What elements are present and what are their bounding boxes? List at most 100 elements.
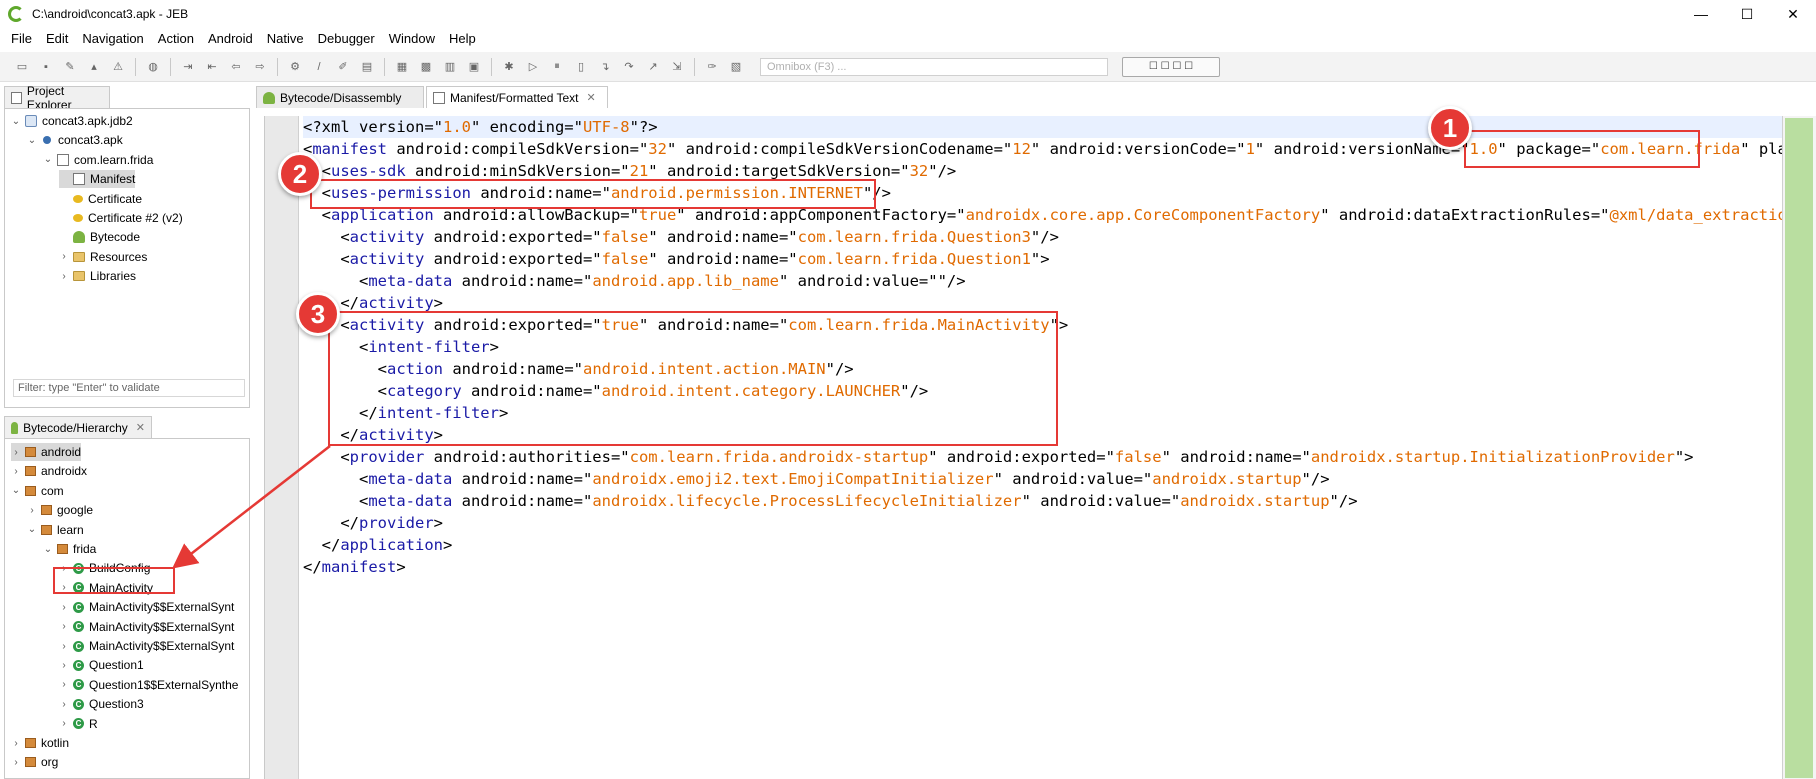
chevron-right-icon[interactable]: › — [11, 466, 21, 477]
tree-item[interactable]: › androidx — [11, 462, 87, 480]
menu-android[interactable]: Android — [201, 28, 260, 50]
tree-item[interactable]: › Libraries — [59, 267, 136, 285]
explorer-filter-input[interactable]: Filter: type "Enter" to validate — [13, 379, 245, 397]
close-window-button[interactable]: ✕ — [1770, 0, 1816, 28]
jump-to-icon[interactable]: ⇤ — [204, 59, 220, 75]
chevron-right-icon[interactable]: › — [59, 641, 69, 652]
menu-edit[interactable]: Edit — [39, 28, 75, 50]
tree-item[interactable]: › C Question1$$ExternalSynthe — [59, 676, 238, 694]
chevron-down-icon[interactable]: ⌄ — [27, 524, 37, 535]
globe-icon[interactable]: ◍ — [145, 59, 161, 75]
tree-item[interactable]: Bytecode — [59, 228, 140, 246]
warning-icon[interactable]: ⚠ — [110, 59, 126, 75]
toolbar-options-button[interactable]: ☐ ☐ ☐ ☐ — [1122, 56, 1220, 77]
menu-window[interactable]: Window — [382, 28, 442, 50]
chevron-right-icon[interactable]: › — [59, 718, 69, 729]
close-icon[interactable]: ✕ — [136, 421, 145, 434]
tab-bytecode-hierarchy[interactable]: Bytecode/Hierarchy ✕ — [4, 416, 152, 438]
omnibox-input[interactable]: Omnibox (F3) ... — [760, 57, 1108, 76]
menu-file[interactable]: File — [4, 28, 39, 50]
tab-bytecode-disassembly[interactable]: Bytecode/Disassembly — [256, 86, 424, 108]
pause-icon[interactable]: ⏸ — [549, 59, 565, 75]
tree-item[interactable]: › kotlin — [11, 734, 69, 752]
plugin-icon[interactable]: ✑ — [704, 59, 720, 75]
step-into-icon[interactable]: ↴ — [597, 59, 613, 75]
chevron-right-icon[interactable]: › — [59, 271, 69, 282]
decompile-icon[interactable]: ⚙ — [287, 59, 303, 75]
tree-item[interactable]: › C MainActivity$$ExternalSynt — [59, 598, 234, 616]
chevron-right-icon[interactable]: › — [27, 505, 37, 516]
chevron-right-icon[interactable]: › — [59, 251, 69, 262]
menu-action[interactable]: Action — [151, 28, 201, 50]
minimize-button[interactable]: — — [1678, 0, 1724, 28]
tree-item[interactable]: ⌄ concat3.apk — [27, 131, 123, 149]
jump-icon[interactable]: ⇥ — [180, 59, 196, 75]
tree-item[interactable]: › C Question3 — [59, 695, 143, 713]
note-icon[interactable]: ▤ — [359, 59, 375, 75]
tree-item[interactable]: › org — [11, 753, 58, 771]
code-line[interactable]: <meta-data android:name="androidx.emoji2… — [303, 468, 1816, 490]
step-out-icon[interactable]: ↗ — [645, 59, 661, 75]
code-line[interactable]: <activity android:exported="false" andro… — [303, 226, 1816, 248]
code-line[interactable]: </application> — [303, 534, 1816, 556]
chevron-right-icon[interactable]: › — [59, 679, 69, 690]
tree-item[interactable]: Certificate — [59, 190, 142, 208]
tree-item[interactable]: › C MainActivity$$ExternalSynt — [59, 637, 234, 655]
properties-icon[interactable]: ✎ — [62, 59, 78, 75]
code-editor[interactable]: <?xml version="1.0" encoding="UTF-8"?> <m… — [264, 116, 1816, 779]
tree-item[interactable]: ⌄ learn — [27, 521, 84, 539]
chevron-right-icon[interactable]: › — [11, 738, 21, 749]
chevron-right-icon[interactable]: › — [59, 602, 69, 613]
menu-debugger[interactable]: Debugger — [311, 28, 382, 50]
tree-icon[interactable]: ▥ — [442, 59, 458, 75]
chevron-right-icon[interactable]: › — [11, 757, 21, 768]
chevron-right-icon[interactable]: › — [59, 699, 69, 710]
save-icon[interactable]: ▪ — [38, 59, 54, 75]
tree-item[interactable]: Manifest — [59, 170, 136, 189]
code-line[interactable]: <meta-data android:name="androidx.lifecy… — [303, 490, 1816, 512]
run-to-cursor-icon[interactable]: ⇲ — [669, 59, 685, 75]
graph-icon[interactable]: ▩ — [418, 59, 434, 75]
chevron-down-icon[interactable]: ⌄ — [11, 485, 21, 496]
code-line[interactable]: <provider android:authorities="com.learn… — [303, 446, 1816, 468]
menu-navigation[interactable]: Navigation — [75, 28, 150, 50]
open-icon[interactable]: ▭ — [14, 59, 30, 75]
tree-item[interactable]: › Resources — [59, 248, 147, 266]
menu-native[interactable]: Native — [260, 28, 311, 50]
chevron-right-icon[interactable]: › — [59, 660, 69, 671]
tree-item[interactable]: ⌄ frida — [43, 540, 97, 558]
run-icon[interactable]: ▷ — [525, 59, 541, 75]
chevron-right-icon[interactable]: › — [59, 621, 69, 632]
tree-item[interactable]: › C R — [59, 715, 97, 733]
tab-project-explorer[interactable]: Project Explorer — [4, 84, 110, 112]
tree-item[interactable]: ⌄ com — [11, 482, 64, 500]
tree-item[interactable]: ⌄ com.learn.frida — [43, 151, 154, 169]
tree-item[interactable]: › C MainActivity$$ExternalSynt — [59, 618, 234, 636]
code-line[interactable]: <meta-data android:name="android.app.lib… — [303, 270, 1816, 292]
tree-item[interactable]: ⌄ concat3.apk.jdb2 — [11, 112, 133, 130]
export-icon[interactable]: ▴ — [86, 59, 102, 75]
back-icon[interactable]: ⇦ — [228, 59, 244, 75]
rename-icon[interactable]: ✐ — [335, 59, 351, 75]
chevron-down-icon[interactable]: ⌄ — [43, 154, 53, 165]
chevron-down-icon[interactable]: ⌄ — [43, 544, 53, 555]
maximize-button[interactable]: ☐ — [1724, 0, 1770, 28]
chevron-right-icon[interactable]: › — [11, 447, 21, 458]
forward-icon[interactable]: ⇨ — [252, 59, 268, 75]
code-line[interactable]: </provider> — [303, 512, 1816, 534]
list-icon[interactable]: ▣ — [466, 59, 482, 75]
grid-icon[interactable]: ▦ — [394, 59, 410, 75]
code-line[interactable]: <activity android:exported="false" andro… — [303, 248, 1816, 270]
step-over-icon[interactable]: ↷ — [621, 59, 637, 75]
overview-ruler-marker[interactable] — [1785, 118, 1813, 778]
tree-item[interactable]: › C Question1 — [59, 656, 143, 674]
code-line[interactable]: </manifest> — [303, 556, 1816, 578]
debug-icon[interactable]: ✱ — [501, 59, 517, 75]
tab-manifest-formatted-text[interactable]: Manifest/Formatted Text ✕ — [426, 86, 608, 108]
chevron-down-icon[interactable]: ⌄ — [11, 116, 21, 127]
stop-icon[interactable]: ▯ — [573, 59, 589, 75]
menu-help[interactable]: Help — [442, 28, 483, 50]
close-icon[interactable]: ✕ — [587, 91, 596, 104]
script-icon[interactable]: ▧ — [728, 59, 744, 75]
comment-icon[interactable]: / — [311, 59, 327, 75]
